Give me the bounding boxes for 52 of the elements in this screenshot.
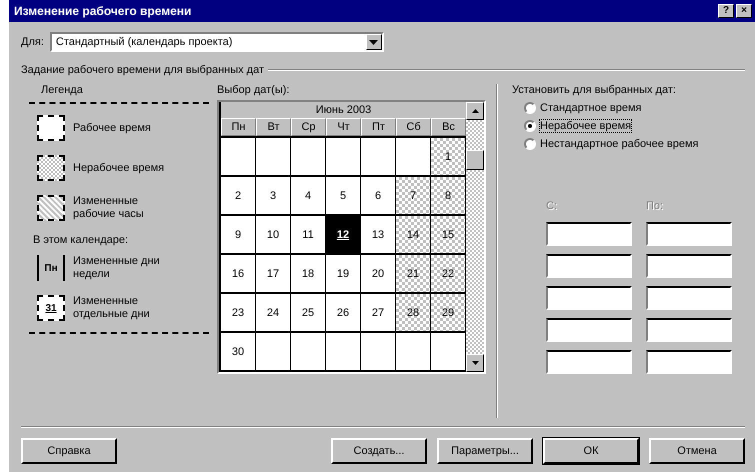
calendar-day[interactable]: 15 xyxy=(431,216,466,253)
calendar-day[interactable]: 7 xyxy=(396,177,431,214)
scroll-down-icon[interactable] xyxy=(466,354,484,372)
legend-label: Измененные рабочие часы xyxy=(73,195,145,221)
dialog-button[interactable]: Отмена xyxy=(649,438,745,464)
radio-option[interactable]: Нестандартное рабочее время xyxy=(524,138,745,150)
calendar-dropdown[interactable]: Стандартный (календарь проекта) xyxy=(50,32,384,52)
to-label: По: xyxy=(646,200,664,214)
legend-sample: Пн xyxy=(37,255,65,281)
calendar-label: Для: xyxy=(21,36,44,48)
dialog-button[interactable]: ОК xyxy=(543,438,639,464)
weekday-header: Пн xyxy=(221,118,256,136)
legend-title: Легенда xyxy=(40,84,84,96)
scrollbar[interactable] xyxy=(466,102,484,372)
calendar-day[interactable]: 29 xyxy=(431,294,466,331)
legend-swatch xyxy=(37,115,65,141)
month-header: Июнь 2003 xyxy=(221,102,466,118)
legend-label: Рабочее время xyxy=(73,122,152,134)
close-button[interactable]: × xyxy=(736,4,752,18)
radio-option[interactable]: Стандартное время xyxy=(524,102,745,114)
legend-label: Измененные дни недели xyxy=(73,255,161,281)
weekday-header: Сб xyxy=(396,118,431,136)
legend-label: Нерабочее время xyxy=(73,162,166,174)
from-label: С: xyxy=(546,200,558,214)
calendar-day[interactable]: 21 xyxy=(396,255,431,292)
legend-label: Измененные отдельные дни xyxy=(73,295,151,321)
settings-title: Установить для выбранных дат: xyxy=(512,84,677,96)
legend-swatch xyxy=(37,155,65,181)
legend-swatch xyxy=(37,195,65,221)
calendar-day[interactable]: 14 xyxy=(396,216,431,253)
group-title: Задание рабочего времени для выбранных дат xyxy=(21,64,264,76)
scroll-up-icon[interactable] xyxy=(466,102,484,120)
calendar-day[interactable]: 12 xyxy=(326,216,361,253)
calendar-day[interactable]: 22 xyxy=(431,255,466,292)
weekday-header: Ср xyxy=(291,118,326,136)
radio-option[interactable]: Нерабочее время xyxy=(524,120,745,132)
dialog-button[interactable]: Параметры... xyxy=(437,438,533,464)
calendar-day[interactable]: 28 xyxy=(396,294,431,331)
weekday-header: Вс xyxy=(431,118,466,136)
weekday-header: Пт xyxy=(361,118,396,136)
scroll-thumb[interactable] xyxy=(466,150,484,170)
weekday-header: Чт xyxy=(326,118,361,136)
window-title: Изменение рабочего времени xyxy=(14,4,192,18)
weekday-header: Вт xyxy=(256,118,291,136)
calendar-day[interactable]: 8 xyxy=(431,177,466,214)
calendar-day[interactable]: 1 xyxy=(431,138,466,175)
date-picker-label: Выбор дат(ы): xyxy=(217,84,290,96)
help-button[interactable]: ? xyxy=(718,4,734,18)
help-text-button[interactable]: Справка xyxy=(21,438,117,464)
legend-sample: 31 xyxy=(37,295,65,321)
legend-subtitle: В этом календаре: xyxy=(32,234,130,246)
dialog-button[interactable]: Создать... xyxy=(331,438,427,464)
